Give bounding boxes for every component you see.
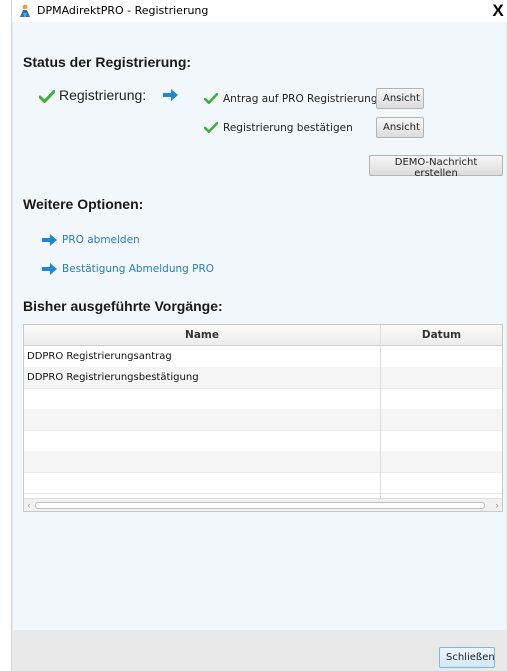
column-header-date[interactable]: Datum (381, 325, 502, 345)
view-confirmation-button[interactable]: Ansicht (376, 117, 424, 138)
scrollbar-thumb[interactable] (35, 502, 485, 509)
window-title: DPMAdirektPRO - Registrierung (37, 4, 209, 17)
table-row-empty (24, 388, 502, 410)
arrow-right-icon (42, 263, 57, 275)
status-item-label: Antrag auf PRO Registrierung (223, 93, 378, 105)
registration-label: Registrierung: (59, 87, 147, 103)
table-row-empty (24, 451, 502, 473)
horizontal-scrollbar[interactable]: ‹ › (24, 498, 502, 511)
table-row[interactable]: DDPRO Registrierungsbestätigung (24, 367, 502, 389)
table-row-empty (24, 430, 502, 452)
history-heading: Bisher ausgeführte Vorgänge: (23, 298, 223, 314)
registration-window: DPMAdirektPRO - Registrierung X Status d… (11, 0, 507, 671)
table-row-empty (24, 472, 502, 494)
create-demo-message-button[interactable]: DEMO-Nachricht erstellen (369, 155, 503, 179)
app-logo-icon (20, 4, 30, 17)
column-divider (380, 325, 381, 511)
history-table: Name Datum DDPRO Registrierungsantrag DD… (23, 324, 503, 512)
main-content: Status der Registrierung: Registrierung:… (13, 22, 506, 630)
confirm-unsubscribe-link[interactable]: Bestätigung Abmeldung PRO (62, 263, 214, 275)
status-heading: Status der Registrierung: (23, 54, 192, 70)
close-button[interactable]: Schließen (439, 647, 495, 668)
check-icon (204, 93, 218, 104)
view-application-button[interactable]: Ansicht (376, 88, 424, 109)
table-row-empty (24, 409, 502, 431)
scroll-right-icon[interactable]: › (492, 499, 502, 511)
arrow-right-icon (163, 89, 178, 101)
column-header-name[interactable]: Name (24, 325, 380, 345)
dialog-footer: Schließen (12, 630, 507, 671)
table-header: Name Datum (24, 325, 502, 346)
status-item-label: Registrierung bestätigen (223, 122, 353, 134)
check-icon (39, 90, 55, 103)
table-row[interactable]: DDPRO Registrierungsantrag (24, 346, 502, 368)
cell-name: DDPRO Registrierungsbestätigung (27, 372, 199, 383)
check-icon (204, 122, 218, 133)
close-window-icon[interactable]: X (490, 0, 506, 22)
scroll-left-icon[interactable]: ‹ (24, 499, 34, 511)
options-heading: Weitere Optionen: (23, 196, 144, 212)
title-bar[interactable]: DPMAdirektPRO - Registrierung X (12, 0, 507, 22)
cell-name: DDPRO Registrierungsantrag (27, 351, 172, 362)
pro-unsubscribe-link[interactable]: PRO abmelden (62, 234, 140, 246)
arrow-right-icon (42, 234, 57, 246)
